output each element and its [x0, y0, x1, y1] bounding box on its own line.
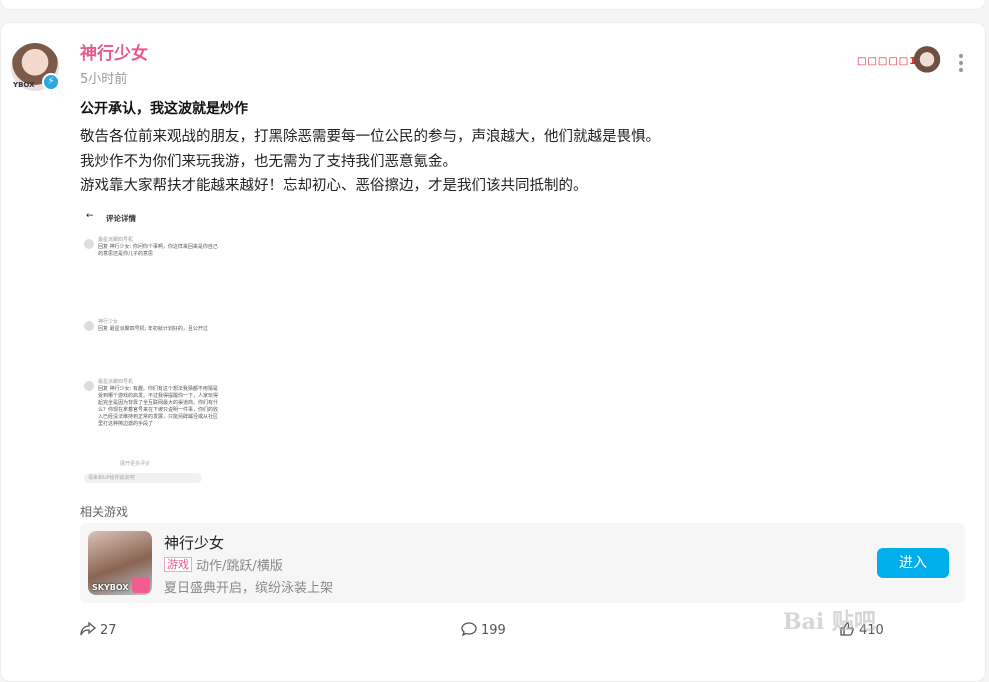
post-body-line: 我炒作不为你们来玩我游，也无需为了支持我们恶意氪金。 — [80, 153, 457, 170]
comment-avatar — [84, 381, 94, 391]
verified-icon: ⚡ — [42, 73, 60, 91]
game-description: 夏日盛典开启，缤纷泳装上架 — [164, 581, 334, 596]
comment-button[interactable]: 199 — [461, 621, 506, 638]
screenshot-comment: 最星派聚四号机 回复 神行少女: 你问你个事啊，你这样来回来是你自己的意思还是你… — [98, 237, 218, 258]
game-cover-label: SKYBOX — [92, 583, 129, 592]
game-cover: SKYBOX — [88, 531, 152, 595]
expand-comments: 展开更多评论 — [120, 461, 151, 467]
post-title: 公开承认，我这波就是炒作 — [80, 101, 248, 117]
game-genre: 动作/跳跃/横版 — [196, 559, 283, 574]
comment-avatar — [84, 239, 94, 249]
post-card: YBOX ⚡ 神行少女 5小时前 □□□□□1 公开承认，我这波就是炒作 敬告各… — [0, 22, 986, 682]
back-arrow-icon: ← — [86, 211, 94, 221]
screenshot-input: 请来和UP给你最高吧 — [84, 473, 202, 483]
fan-badge-text: □□□□□1 — [857, 56, 918, 67]
previous-card-edge — [0, 0, 986, 10]
screenshot-comment: 最星派聚四号机 回复 神行少女: 有趣。你们有这个想法我猜都不用猜是受到哪个游戏… — [98, 379, 218, 428]
comment-avatar — [84, 321, 94, 331]
post-body-line: 敬告各位前来观战的朋友，打黑除恶需要每一位公民的参与，声浪越大，他们就越是畏惧。 — [80, 129, 660, 145]
share-icon — [80, 621, 97, 636]
post-body: 敬告各位前来观战的朋友，打黑除恶需要每一位公民的参与，声浪越大，他们就越是畏惧。… — [80, 125, 660, 199]
comment-user: 神行少女 — [98, 319, 119, 325]
share-count: 27 — [100, 623, 117, 638]
related-games-label: 相关游戏 — [80, 505, 129, 519]
bilibili-tv-icon — [132, 577, 150, 593]
author-name[interactable]: 神行少女 — [80, 39, 148, 64]
fan-badge-avatar-icon — [911, 45, 943, 77]
enter-game-button[interactable]: 进入 — [877, 548, 949, 578]
comment-user: 最星派聚四号机 — [98, 379, 134, 385]
post-body-line: 游戏靠大家帮扶才能越来越好！忘却初心、恶俗擦边，才是我们该共同抵制的。 — [80, 178, 588, 194]
share-button[interactable]: 27 — [80, 621, 117, 638]
comment-user: 最星派聚四号机 — [98, 237, 134, 243]
comment-text: 回复 神行少女: 有趣。你们有这个想法我猜都不用猜是受到哪个游戏的启发。不过我得… — [98, 386, 219, 427]
fan-badge[interactable]: □□□□□1 — [853, 45, 945, 77]
comment-text: 回复 神行少女: 你问你个事啊，你这样来回来是你自己的意思还是你儿子的意思 — [98, 244, 218, 257]
screenshot-comment: 神行少女 回复 最星派聚四号机: 年初就计划好的，且公开过 — [98, 319, 218, 333]
baidu-tieba-watermark: Bai 贴吧 — [783, 609, 876, 635]
screenshot-header: 评论详情 — [106, 214, 136, 223]
comment-count: 199 — [481, 623, 506, 638]
avatar-tag: YBOX — [13, 81, 35, 89]
game-name: 神行少女 — [164, 534, 225, 552]
more-options-icon[interactable] — [957, 54, 965, 72]
related-game-card[interactable]: SKYBOX 神行少女 游戏 动作/跳跃/横版 夏日盛典开启，缤纷泳装上架 进入 — [80, 523, 965, 603]
comment-text: 回复 最星派聚四号机: 年初就计划好的，且公开过 — [98, 326, 208, 332]
attached-screenshot[interactable]: ← 评论详情 最星派聚四号机 回复 神行少女: 你问你个事啊，你这样来回来是你自… — [80, 209, 222, 487]
game-tag: 游戏 — [164, 557, 192, 572]
comment-icon — [461, 622, 477, 637]
post-time: 5小时前 — [80, 72, 128, 87]
